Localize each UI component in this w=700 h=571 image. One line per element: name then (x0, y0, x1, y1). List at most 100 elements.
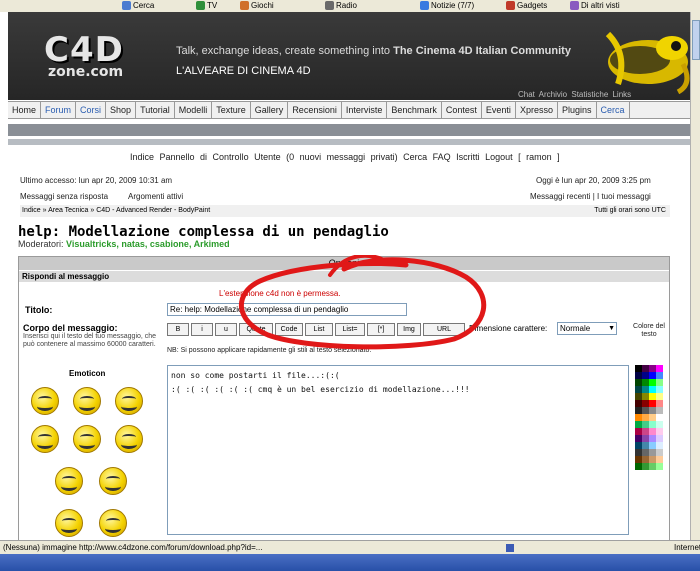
color-swatch[interactable] (656, 414, 663, 421)
color-swatch[interactable] (649, 414, 656, 421)
emoticon-icon[interactable] (73, 387, 101, 415)
color-swatch[interactable] (642, 414, 649, 421)
format-button[interactable]: i (191, 323, 213, 336)
toolbar-radio[interactable]: Radio (325, 0, 357, 11)
nav-item[interactable]: Texture (212, 102, 251, 118)
color-swatch[interactable] (642, 365, 649, 372)
color-swatch[interactable] (656, 407, 663, 414)
color-swatch[interactable] (642, 463, 649, 470)
toolbar-tv[interactable]: TV (196, 0, 217, 11)
nav-item[interactable]: Modelli (175, 102, 213, 118)
emoticon-icon[interactable] (55, 509, 83, 537)
nav-item[interactable]: Xpresso (516, 102, 558, 118)
color-swatch[interactable] (649, 463, 656, 470)
color-swatch[interactable] (642, 407, 649, 414)
nav-item[interactable]: Contest (442, 102, 482, 118)
color-swatch[interactable] (649, 442, 656, 449)
nav-item[interactable]: Interviste (342, 102, 388, 118)
color-swatch[interactable] (649, 400, 656, 407)
color-swatch[interactable] (642, 393, 649, 400)
color-swatch[interactable] (635, 463, 642, 470)
color-swatch[interactable] (649, 393, 656, 400)
color-swatch[interactable] (642, 449, 649, 456)
active-topics-link[interactable]: Argomenti attivi (128, 192, 183, 201)
color-swatch[interactable] (656, 442, 663, 449)
color-swatch[interactable] (642, 400, 649, 407)
nav-item[interactable]: Forum (41, 102, 77, 118)
color-swatch[interactable] (656, 435, 663, 442)
forum-menu[interactable]: Indice Pannello di Controllo Utente (0 n… (130, 152, 560, 162)
toolbar-games[interactable]: Giochi (240, 0, 274, 11)
color-swatch[interactable] (649, 372, 656, 379)
color-swatch[interactable] (635, 379, 642, 386)
color-swatch[interactable] (656, 365, 663, 372)
color-swatch[interactable] (656, 456, 663, 463)
color-swatch[interactable] (656, 372, 663, 379)
emoticon-icon[interactable] (115, 387, 143, 415)
color-swatch[interactable] (656, 379, 663, 386)
color-swatch[interactable] (635, 365, 642, 372)
emoticon-icon[interactable] (115, 425, 143, 453)
message-textarea[interactable]: non so come postarti il file...:(:( :( :… (167, 365, 629, 535)
format-button[interactable]: B (167, 323, 189, 336)
color-swatch[interactable] (635, 449, 642, 456)
nav-item[interactable]: Benchmark (387, 102, 442, 118)
color-swatch[interactable] (649, 435, 656, 442)
color-swatch[interactable] (649, 456, 656, 463)
toolbar-search[interactable]: Cerca (122, 0, 154, 11)
unanswered-link[interactable]: Messaggi senza risposta (20, 192, 108, 201)
color-swatch[interactable] (656, 449, 663, 456)
color-swatch[interactable] (642, 435, 649, 442)
color-swatch[interactable] (635, 428, 642, 435)
color-swatch[interactable] (656, 386, 663, 393)
font-size-select[interactable]: Normale ▼ (557, 322, 617, 335)
emoticon-icon[interactable] (99, 509, 127, 537)
toolbar-news[interactable]: Notizie (7/7) (420, 0, 474, 11)
recent-posts-link[interactable]: Messaggi recenti | I tuoi messaggi (530, 192, 651, 201)
color-swatch[interactable] (656, 393, 663, 400)
nav-item[interactable]: Eventi (482, 102, 516, 118)
color-swatch[interactable] (656, 463, 663, 470)
nav-item[interactable]: Tutorial (136, 102, 175, 118)
emoticon-icon[interactable] (31, 387, 59, 415)
color-swatch[interactable] (635, 435, 642, 442)
nav-item[interactable]: Recensioni (288, 102, 342, 118)
color-swatch[interactable] (642, 421, 649, 428)
nav-item[interactable]: Gallery (251, 102, 289, 118)
nav-item[interactable]: Corsi (76, 102, 107, 118)
color-swatch[interactable] (656, 421, 663, 428)
color-swatch[interactable] (642, 379, 649, 386)
color-swatch[interactable] (649, 379, 656, 386)
color-swatch[interactable] (635, 400, 642, 407)
color-swatch[interactable] (649, 386, 656, 393)
color-swatch[interactable] (635, 372, 642, 379)
nav-item[interactable]: Cerca (597, 102, 630, 118)
emoticon-icon[interactable] (99, 467, 127, 495)
color-swatch[interactable] (635, 386, 642, 393)
color-swatch[interactable] (656, 428, 663, 435)
emoticon-icon[interactable] (55, 467, 83, 495)
color-swatch[interactable] (642, 386, 649, 393)
color-swatch[interactable] (649, 407, 656, 414)
color-swatch[interactable] (635, 393, 642, 400)
color-swatch[interactable] (635, 407, 642, 414)
color-swatch[interactable] (635, 421, 642, 428)
nav-item[interactable]: Plugins (558, 102, 597, 118)
color-swatch[interactable] (656, 400, 663, 407)
nav-item[interactable]: Home (8, 102, 42, 118)
color-swatch[interactable] (642, 372, 649, 379)
emoticon-icon[interactable] (31, 425, 59, 453)
color-swatch[interactable] (642, 428, 649, 435)
color-swatch[interactable] (635, 456, 642, 463)
color-swatch[interactable] (649, 449, 656, 456)
color-swatch[interactable] (649, 421, 656, 428)
nav-item[interactable]: Shop (106, 102, 137, 118)
toolbar-others[interactable]: Di altri visti (570, 0, 620, 11)
emoticon-icon[interactable] (73, 425, 101, 453)
color-swatch[interactable] (649, 428, 656, 435)
color-swatch[interactable] (635, 414, 642, 421)
color-swatch[interactable] (642, 442, 649, 449)
color-swatch[interactable] (649, 365, 656, 372)
color-swatch[interactable] (635, 442, 642, 449)
toolbar-gadgets[interactable]: Gadgets (506, 0, 547, 11)
